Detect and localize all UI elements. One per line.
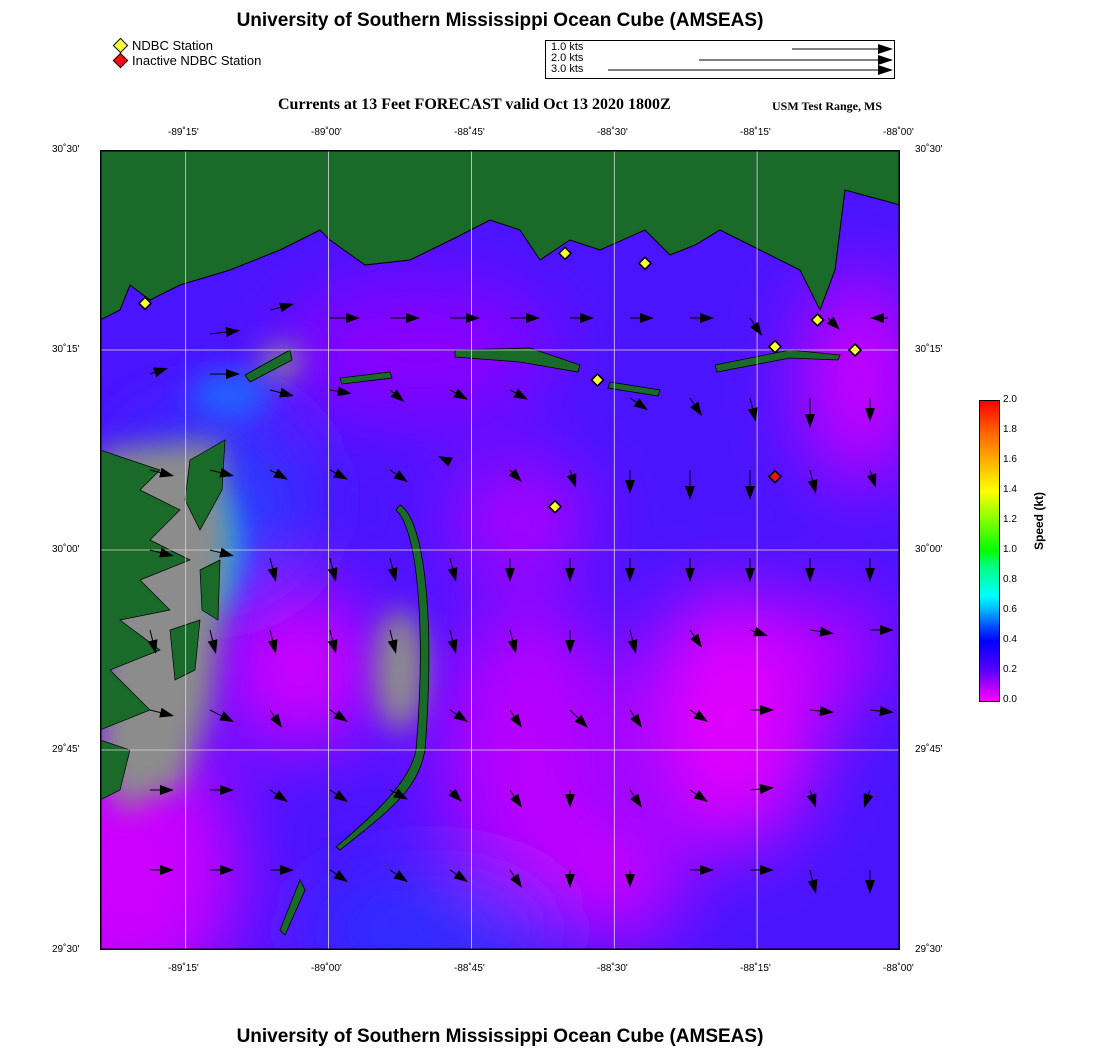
legend-active-station: NDBC Station xyxy=(112,37,261,54)
colorbar-tick-label: 1.4 xyxy=(1003,484,1017,495)
lon-label-bottom: -89˚00' xyxy=(311,963,342,974)
lat-label-left: 29˚30' xyxy=(52,944,80,955)
colorbar-tick-label: 1.8 xyxy=(1003,424,1017,435)
colorbar-tick-label: 1.6 xyxy=(1003,454,1017,465)
lon-label-bottom: -89˚15' xyxy=(168,963,199,974)
legend-inactive-label: Inactive NDBC Station xyxy=(132,53,262,68)
scale-arrow-2kt xyxy=(699,55,893,65)
colorbar-title: Speed (kt) xyxy=(1032,491,1046,550)
colorbar-tick-label: 0.6 xyxy=(1003,604,1017,615)
footer-title: University of Southern Mississippi Ocean… xyxy=(236,1026,764,1047)
lon-label-top: -88˚00' xyxy=(883,127,914,138)
lon-label-bottom: -88˚45' xyxy=(454,963,485,974)
vector-scale-box: 1.0 kts 2.0 kts 3.0 kts xyxy=(545,40,895,79)
region-label: USM Test Range, MS xyxy=(772,99,883,113)
lat-label-right: 29˚45' xyxy=(915,744,943,755)
colorbar-tick-label: 0.4 xyxy=(1003,634,1017,645)
lat-label-left: 29˚45' xyxy=(52,744,80,755)
lat-label-right: 30˚30' xyxy=(915,144,943,155)
lon-label-bottom: -88˚15' xyxy=(740,963,771,974)
lat-label-left: 30˚30' xyxy=(52,144,80,155)
lon-label-top: -88˚30' xyxy=(597,127,628,138)
colorbar-tick-label: 2.0 xyxy=(1003,394,1017,405)
scale-arrow-3kt xyxy=(608,65,893,75)
forecast-subtitle: Currents at 13 Feet FORECAST valid Oct 1… xyxy=(278,96,671,113)
lat-label-right: 30˚00' xyxy=(915,544,943,555)
lon-label-top: -88˚45' xyxy=(454,127,485,138)
colorbar-tick-label: 0.2 xyxy=(1003,664,1017,675)
colorbar-tick-label: 1.2 xyxy=(1003,514,1017,525)
legend-active-label: NDBC Station xyxy=(132,38,213,53)
colorbar-tick-label: 0.0 xyxy=(1003,694,1017,705)
legend-inactive-station: Inactive NDBC Station xyxy=(112,52,262,69)
current-map[interactable] xyxy=(100,150,900,950)
lon-label-top: -89˚00' xyxy=(311,127,342,138)
map-title: University of Southern Mississippi Ocean… xyxy=(236,10,764,31)
speed-colorbar xyxy=(979,400,1000,702)
lat-label-left: 30˚00' xyxy=(52,544,80,555)
lat-label-right: 30˚15' xyxy=(915,344,943,355)
lat-label-right: 29˚30' xyxy=(915,944,943,955)
station-legend: NDBC Station Inactive NDBC Station xyxy=(112,37,262,69)
lon-label-top: -89˚15' xyxy=(168,127,199,138)
lat-label-left: 30˚15' xyxy=(52,344,80,355)
yellow-diamond-icon xyxy=(112,37,129,54)
lon-label-bottom: -88˚00' xyxy=(883,963,914,974)
colorbar-tick-label: 1.0 xyxy=(1003,544,1017,555)
red-diamond-icon xyxy=(112,52,129,69)
lon-label-top: -88˚15' xyxy=(740,127,771,138)
scale-arrows xyxy=(608,44,893,75)
colorbar-tick-label: 0.8 xyxy=(1003,574,1017,585)
scale-arrow-1kt xyxy=(792,44,893,54)
lon-label-bottom: -88˚30' xyxy=(597,963,628,974)
